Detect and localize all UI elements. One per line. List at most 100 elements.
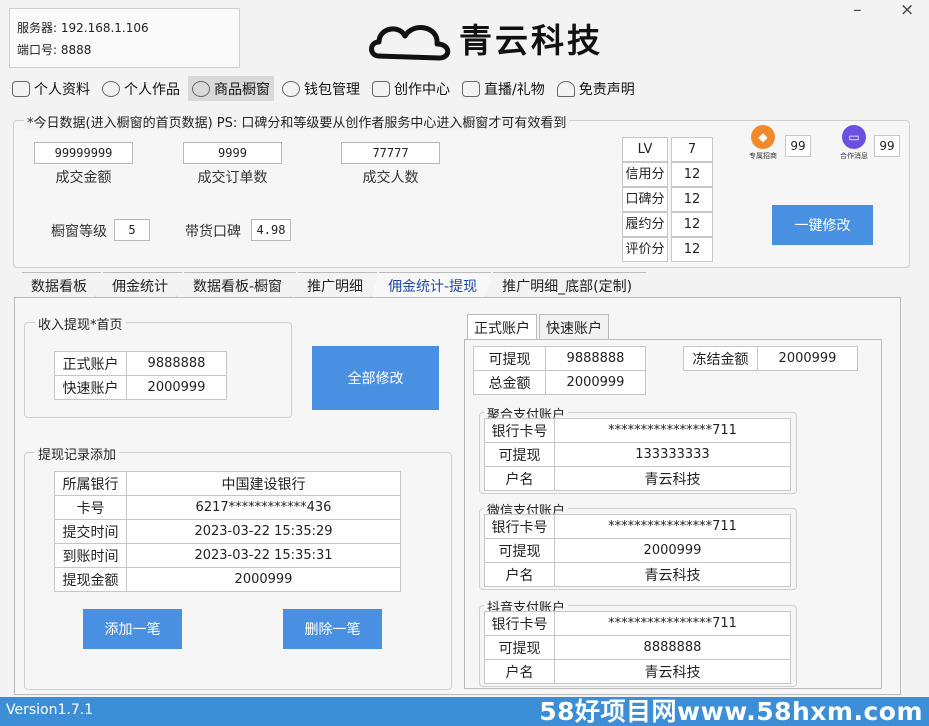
record-bank-value[interactable]: 中国建设银行 xyxy=(126,471,401,496)
sales-rating-label: 带货口碑 xyxy=(185,224,241,240)
wechat-name-label: 户名 xyxy=(484,562,555,587)
server-address: 服务器: 192.168.1.106 xyxy=(17,21,149,35)
server-info: 服务器: 192.168.1.106 端口号: 8888 xyxy=(9,8,240,68)
tab-quick-account[interactable]: 快速账户 xyxy=(539,314,609,340)
nav-item-works[interactable]: 个人作品 xyxy=(98,76,184,101)
one-click-edit-button[interactable]: 一键修改 xyxy=(772,205,873,245)
table-row: 所属银行 中国建设银行 xyxy=(54,471,401,496)
nav-item-profile[interactable]: 个人资料 xyxy=(8,76,94,101)
nav-item-showcase[interactable]: 商品橱窗 xyxy=(188,76,274,101)
income-formal-value[interactable]: 9888888 xyxy=(126,351,227,376)
add-record-button[interactable]: 添加一笔 xyxy=(83,609,182,649)
message-icon: ▭ xyxy=(842,125,866,149)
tab-promotion-detail[interactable]: 推广明细 xyxy=(290,272,378,298)
table-row: 快速账户 2000999 xyxy=(54,375,227,400)
score-value-fulfillment[interactable]: 12 xyxy=(671,212,713,237)
profile-icon xyxy=(12,80,30,97)
wechat-name-value[interactable]: 青云科技 xyxy=(554,562,791,587)
nav-item-disclaimer[interactable]: 免责声明 xyxy=(553,76,639,101)
nav-item-create[interactable]: 创作中心 xyxy=(368,76,454,101)
tab-panel: 收入提现*首页 正式账户 9888888 快速账户 2000999 全部修改 提现记… xyxy=(14,297,901,695)
close-button[interactable]: × xyxy=(900,0,914,20)
minimize-button[interactable]: – xyxy=(853,0,862,20)
frozen-value[interactable]: 2000999 xyxy=(757,346,858,371)
withdraw-record-title: 提现记录添加 xyxy=(35,444,120,463)
buyer-count-field[interactable]: 77777 xyxy=(341,142,440,164)
merchant-count-field[interactable]: 99 xyxy=(785,135,811,157)
douyin-name-value[interactable]: 青云科技 xyxy=(554,659,791,684)
score-value-review[interactable]: 12 xyxy=(671,237,713,262)
message-label: 合作消息 xyxy=(840,152,868,160)
wechat-avail-value[interactable]: 2000999 xyxy=(554,538,791,563)
record-submit-label: 提交时间 xyxy=(54,519,127,544)
aggregate-avail-value[interactable]: 133333333 xyxy=(554,442,791,467)
score-value-credit[interactable]: 12 xyxy=(671,162,713,187)
score-value-reputation[interactable]: 12 xyxy=(671,187,713,212)
nav-label: 个人作品 xyxy=(124,81,180,98)
aggregate-name-value[interactable]: 青云科技 xyxy=(554,466,791,491)
edit-all-button[interactable]: 全部修改 xyxy=(312,346,439,410)
score-value-lv[interactable]: 7 xyxy=(671,137,713,162)
tab-commission[interactable]: 佣金统计 xyxy=(95,272,182,298)
tab-dashboard[interactable]: 数据看板 xyxy=(14,272,101,298)
douyin-pay-group: 抖音支付账户 银行卡号 ****************711 可提现 888888… xyxy=(479,597,797,687)
frozen-label: 冻结金额 xyxy=(683,346,758,371)
withdrawable-label: 可提现 xyxy=(473,346,546,371)
delete-record-button[interactable]: 删除一笔 xyxy=(283,609,382,649)
wallet-icon xyxy=(282,80,300,97)
order-count-field[interactable]: 9999 xyxy=(183,142,282,164)
table-row: 卡号 6217************436 xyxy=(54,495,401,520)
order-count-label: 成交订单数 xyxy=(197,170,268,186)
record-card-value[interactable]: 6217************436 xyxy=(126,495,401,520)
table-row: 户名 青云科技 xyxy=(484,659,791,684)
score-label-credit: 信用分 xyxy=(622,162,668,187)
withdraw-record-group: 提现记录添加 所属银行 中国建设银行 卡号 6217************436 … xyxy=(24,444,452,690)
showcase-level-field[interactable]: 5 xyxy=(114,219,150,241)
showcase-level-label: 橱窗等级 xyxy=(51,224,107,240)
table-row: 到账时间 2023-03-22 15:35:31 xyxy=(54,543,401,568)
showcase-icon xyxy=(192,80,210,97)
record-amount-value[interactable]: 2000999 xyxy=(126,567,401,592)
douyin-card-value[interactable]: ****************711 xyxy=(554,611,791,636)
record-bank-label: 所属银行 xyxy=(54,471,127,496)
income-quick-value[interactable]: 2000999 xyxy=(126,375,227,400)
table-row: 户名 青云科技 xyxy=(484,466,791,491)
tab-formal-account[interactable]: 正式账户 xyxy=(467,314,537,340)
douyin-pay-table: 银行卡号 ****************711 可提现 8888888 户名 青云科… xyxy=(484,611,791,684)
wechat-card-label: 银行卡号 xyxy=(484,514,555,539)
table-row: 冻结金额 2000999 xyxy=(683,346,858,371)
table-row: 户名 青云科技 xyxy=(484,562,791,587)
today-data-group: *今日数据(进入橱窗的首页数据) PS: 口碑分和等级要从创作者服务中心进入橱窗… xyxy=(13,112,910,268)
tab-promotion-detail-bottom[interactable]: 推广明细_底部(定制) xyxy=(485,272,647,298)
income-title: 收入提现*首页 xyxy=(35,314,126,333)
total-value[interactable]: 2000999 xyxy=(545,370,646,395)
deal-amount-field[interactable]: 99999999 xyxy=(34,142,133,164)
table-row: 银行卡号 ****************711 xyxy=(484,418,791,443)
sales-rating-field[interactable]: 4.98 xyxy=(251,219,291,241)
tab-commission-withdraw[interactable]: 佣金统计-提现 xyxy=(371,272,492,298)
nav-label: 直播/礼物 xyxy=(484,81,545,98)
aggregate-avail-label: 可提现 xyxy=(484,442,555,467)
table-row: 可提现 8888888 xyxy=(484,635,791,660)
cooperation-messages[interactable]: ▭ 合作消息 xyxy=(832,125,876,161)
aggregate-pay-group: 聚合支付账户 银行卡号 ****************711 可提现 133333… xyxy=(479,404,797,494)
nav-item-wallet[interactable]: 钱包管理 xyxy=(278,76,364,101)
table-row: 提现金额 2000999 xyxy=(54,567,401,592)
status-bar: Version1.7.1 58好项目网www.58hxm.com xyxy=(0,697,929,726)
table-row: 可提现 9888888 xyxy=(473,346,646,371)
nav-item-live[interactable]: 直播/礼物 xyxy=(458,76,549,101)
main-nav: 个人资料 个人作品 商品橱窗 钱包管理 创作中心 直播/礼物 免责声明 xyxy=(8,76,639,102)
withdrawable-value[interactable]: 9888888 xyxy=(545,346,646,371)
aggregate-card-value[interactable]: ****************711 xyxy=(554,418,791,443)
tab-dashboard-showcase[interactable]: 数据看板-橱窗 xyxy=(176,272,297,298)
income-formal-label: 正式账户 xyxy=(54,351,127,376)
record-arrive-label: 到账时间 xyxy=(54,543,127,568)
message-count-field[interactable]: 99 xyxy=(874,135,900,157)
exclusive-merchant[interactable]: ◆ 专属招商 xyxy=(741,125,785,161)
wechat-card-value[interactable]: ****************711 xyxy=(554,514,791,539)
record-arrive-value[interactable]: 2023-03-22 15:35:31 xyxy=(126,543,401,568)
douyin-avail-value[interactable]: 8888888 xyxy=(554,635,791,660)
record-submit-value[interactable]: 2023-03-22 15:35:29 xyxy=(126,519,401,544)
wechat-avail-label: 可提现 xyxy=(484,538,555,563)
total-label: 总金额 xyxy=(473,370,546,395)
